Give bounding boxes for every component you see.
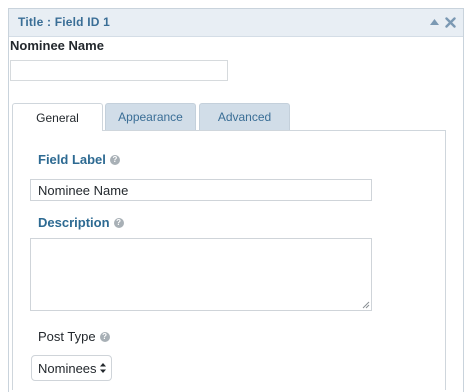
- post-type-heading: Post Type ?: [38, 329, 110, 344]
- triangle-up-icon: [429, 19, 439, 25]
- help-icon[interactable]: ?: [109, 154, 120, 165]
- close-icon: [444, 16, 456, 28]
- collapse-button[interactable]: [426, 13, 442, 31]
- description-textarea[interactable]: [30, 238, 372, 311]
- resize-grip-icon[interactable]: [362, 301, 370, 309]
- help-icon[interactable]: ?: [99, 331, 110, 342]
- description-heading-text: Description: [38, 215, 110, 230]
- panel-title: Title : Field ID 1: [18, 15, 111, 29]
- nominee-name-label: Nominee Name: [10, 38, 104, 53]
- tab-advanced[interactable]: Advanced: [199, 103, 290, 130]
- field-label-input[interactable]: Nominee Name: [30, 179, 372, 201]
- close-button[interactable]: [442, 13, 458, 31]
- field-label-heading: Field Label ?: [38, 152, 120, 167]
- post-type-heading-text: Post Type: [38, 329, 96, 344]
- post-type-selected-value: Nominees: [38, 360, 97, 376]
- post-type-select[interactable]: Nominees: [31, 355, 112, 381]
- tab-general[interactable]: General: [12, 103, 103, 131]
- field-label-heading-text: Field Label: [38, 152, 106, 167]
- description-heading: Description ?: [38, 215, 124, 230]
- tab-appearance[interactable]: Appearance: [105, 103, 196, 130]
- nominee-name-input[interactable]: [10, 60, 228, 81]
- panel-header: Title : Field ID 1: [9, 9, 463, 37]
- select-arrows-icon: [100, 363, 106, 373]
- help-icon[interactable]: ?: [113, 217, 124, 228]
